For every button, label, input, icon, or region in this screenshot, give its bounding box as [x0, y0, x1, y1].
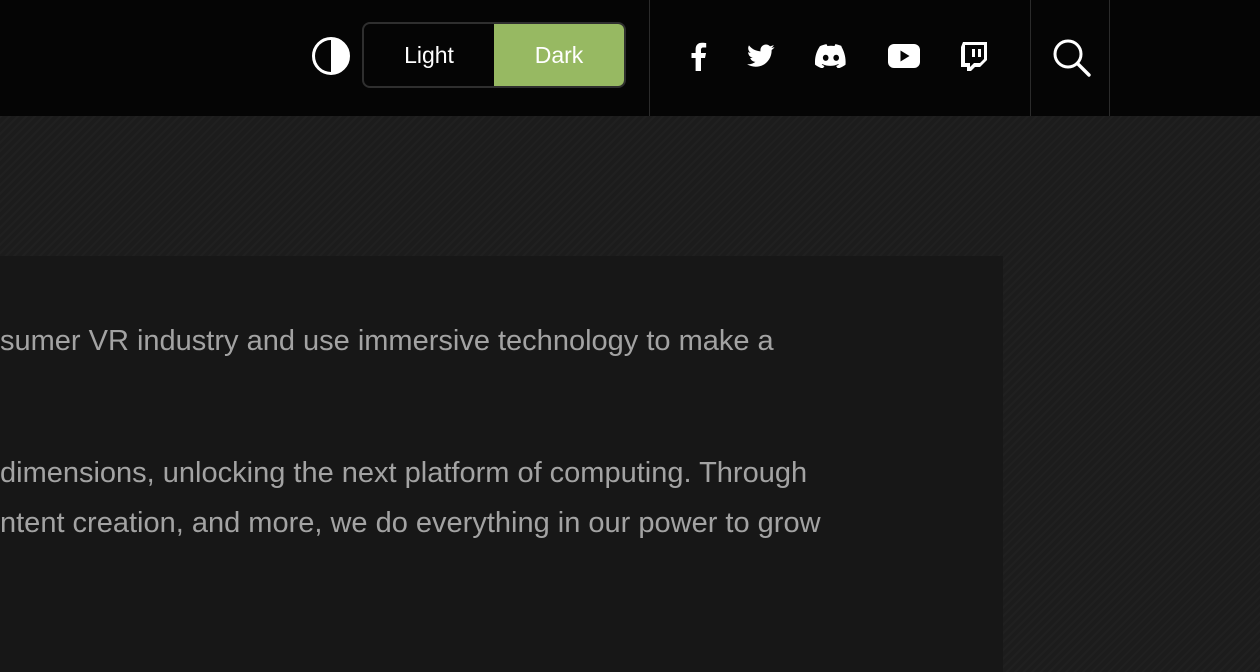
paragraph-text: dimensions, unlocking the next platform …	[0, 457, 808, 489]
contrast-icon[interactable]	[311, 36, 351, 76]
youtube-icon	[888, 44, 920, 68]
divider	[1109, 0, 1110, 116]
divider	[1030, 0, 1031, 116]
paragraph-text: ntent creation, and more, we do everythi…	[0, 507, 821, 539]
content-card: sumer VR industry and use immersive tech…	[0, 256, 1003, 672]
facebook-icon	[691, 42, 707, 71]
youtube-link[interactable]	[884, 36, 924, 76]
discord-icon	[815, 44, 846, 68]
twitter-icon	[747, 44, 775, 67]
facebook-link[interactable]	[678, 36, 718, 76]
divider	[649, 0, 650, 116]
dark-mode-button[interactable]: Dark	[494, 24, 624, 86]
theme-toggle: Light Dark	[362, 22, 626, 88]
search-icon[interactable]	[1050, 36, 1094, 80]
twitter-link[interactable]	[741, 36, 781, 76]
twitch-icon	[961, 42, 987, 71]
discord-link[interactable]	[811, 36, 851, 76]
twitch-link[interactable]	[954, 36, 994, 76]
paragraph-text: sumer VR industry and use immersive tech…	[0, 325, 774, 357]
light-mode-button[interactable]: Light	[364, 24, 494, 86]
top-navigation-bar: Light Dark	[0, 0, 1260, 116]
